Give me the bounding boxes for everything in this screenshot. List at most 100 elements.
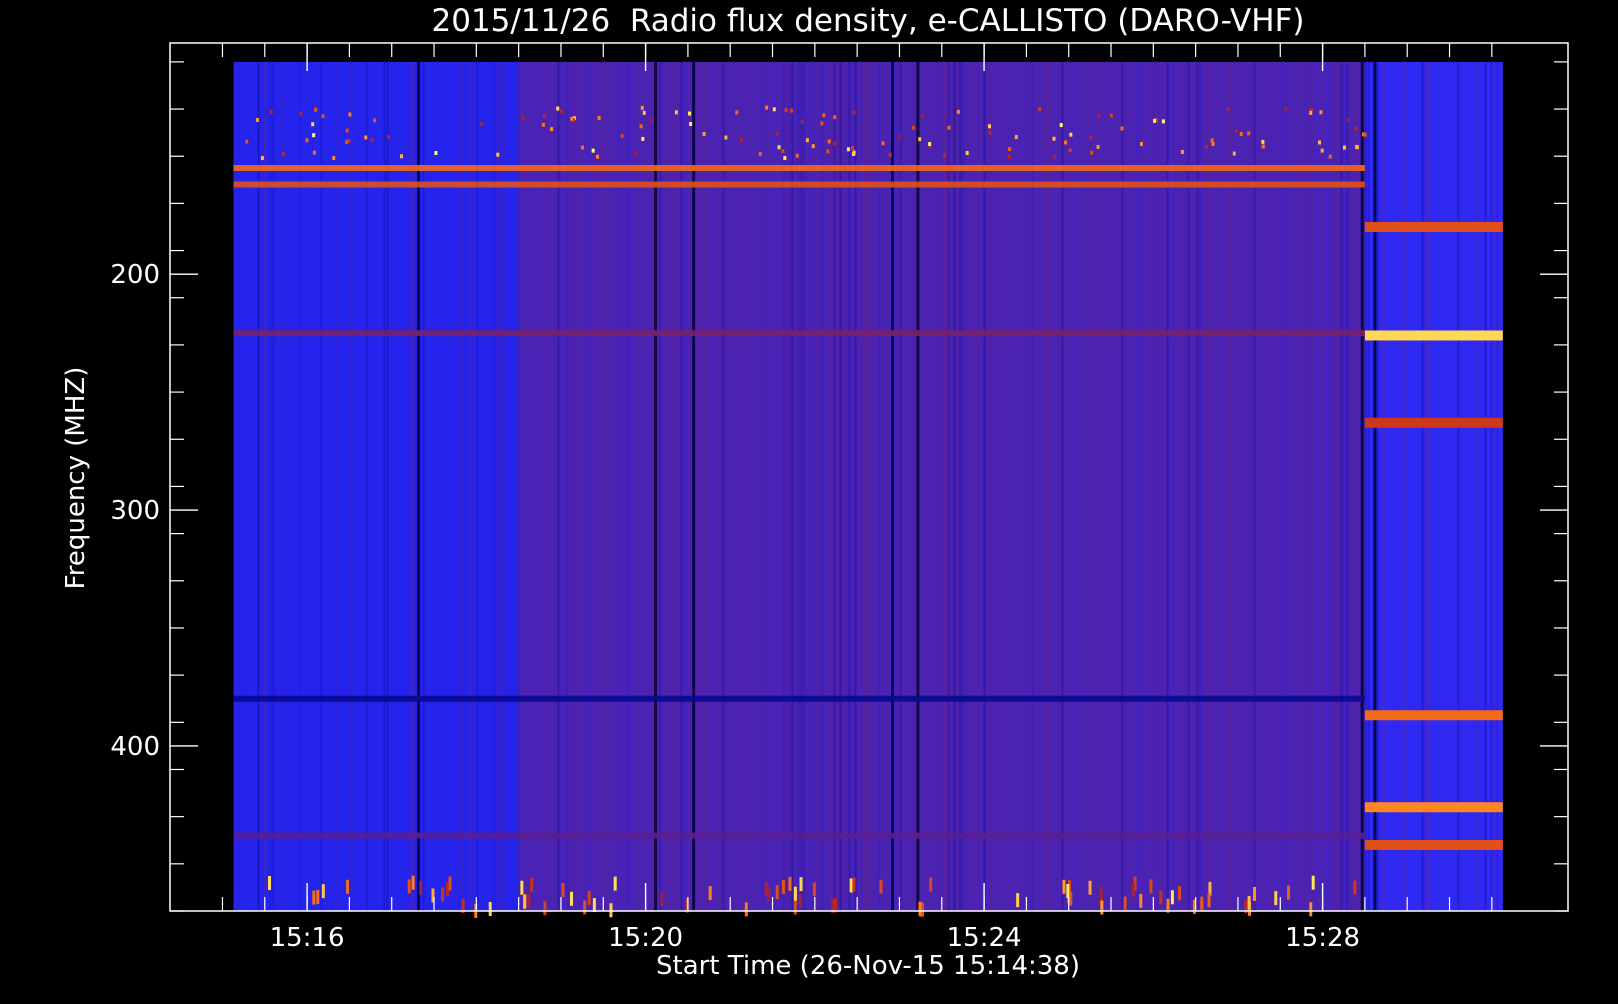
spectrogram-speckle [640,105,644,110]
spectrogram-speckle [407,879,411,894]
spectrogram-speckle [530,878,534,893]
spectrogram-speckle [305,138,309,143]
spectrogram-speckle [488,901,492,916]
spectrogram-speckle [956,109,960,114]
spectrogram-speckle [1346,118,1350,123]
spectrogram-speckle [879,879,883,894]
spectrogram-texture-column [536,61,539,911]
spectrogram-texture-column [1460,61,1463,911]
spectrogram-texture-column [269,61,272,911]
spectrogram-texture-column [1490,61,1493,911]
spectrogram-texture-column [1367,61,1370,911]
spectrogram-speckle [781,879,785,894]
spectrogram-speckle [256,117,260,122]
spectrogram-speckle [597,115,601,120]
spectrogram-speckle [834,898,838,913]
spectrogram-speckle [1153,118,1157,123]
spectrogram-texture-column [320,61,323,911]
spectrogram-speckle [846,147,850,152]
spectrogram-texture-column [281,61,284,911]
spectrogram-speckle [1287,885,1291,900]
spectrogram-speckle [888,152,892,157]
spectrogram-speckle [364,135,368,140]
spectrogram-texture-column [848,61,851,911]
spectrogram-speckle [1161,119,1165,124]
spectrogram-speckle [580,145,584,150]
spectrogram-speckle [988,130,992,135]
spectrogram-texture-column [1442,61,1445,911]
spectrogram-speckle [1149,879,1153,894]
spectrogram-texture-column [539,61,542,911]
spectrogram-texture-column [869,61,872,911]
spectrogram-texture-column [1328,61,1331,911]
spectrogram-speckle [496,152,500,157]
spectrogram-texture-column [1397,61,1400,911]
spectrogram-speckle [642,110,646,115]
spectrogram-texture-column [809,61,812,911]
spectrogram-burst-band [1364,802,1503,813]
spectrogram-texture-column [1046,61,1049,911]
spectrogram-texture-column [491,61,494,911]
spectrogram-speckle [790,108,794,113]
spectrogram-band [233,181,1365,188]
spectrogram-speckle [570,116,574,121]
spectrogram-segment [1364,61,1503,911]
spectrogram-speckle [1210,138,1214,143]
spectrogram-texture-column [365,61,368,911]
spectrogram-speckle [1232,151,1236,156]
spectrogram-texture-column [1169,61,1172,911]
spectrogram-texture-column [1394,61,1397,911]
spectrogram-speckle [793,886,797,901]
y-tick-label: 200 [110,260,160,290]
spectrogram-dark-column [417,61,421,911]
spectrogram-texture-column [719,61,722,911]
spectrogram-chart: 200 300 400 15:16 15:20 15:24 15:28 2015/11/2… [0,0,1618,1000]
spectrogram-speckle [781,149,785,154]
spectrogram-dark-column [1360,61,1364,911]
spectrogram-texture-column [1196,61,1199,911]
spectrogram-speckle [820,121,824,126]
spectrogram-texture-column [470,61,473,911]
spectrogram-speckle [1207,893,1211,908]
spectrogram-speckle [1007,154,1011,159]
spectrogram-texture-column [299,61,302,911]
spectrogram-speckle [852,150,856,155]
spectrogram-speckle [1253,886,1257,901]
spectrogram-texture-column [1340,61,1343,911]
spectrogram-speckle [793,900,797,915]
spectrogram-speckle [520,880,524,895]
spectrogram-texture-column [1250,61,1253,911]
spectrogram-texture-column [1139,61,1142,911]
spectrogram-texture-column [839,61,842,911]
spectrogram-texture-column [494,61,497,911]
spectrogram-speckle [811,144,815,149]
spectrogram-texture-column [272,61,275,911]
spectrogram-speckle [851,146,855,151]
spectrogram-speckle [1247,131,1251,136]
spectrogram-speckle [1069,132,1073,137]
spectrogram-speckle [1052,154,1056,159]
spectrogram-speckle [1274,891,1278,906]
spectrogram-speckle [1090,150,1094,155]
x-tick-label: 15:20 [608,923,683,953]
spectrogram-burst-band [1364,710,1503,721]
spectrogram-texture-column [626,61,629,911]
spectrogram-speckle [881,141,885,146]
spectrogram-texture-column [1421,61,1424,911]
spectrogram-speckle [708,886,712,901]
spectrogram-texture-column [1355,61,1358,911]
spectrogram-texture-column [560,61,563,911]
spectrogram-texture-column [1136,61,1139,911]
spectrogram-texture-column [1166,61,1169,911]
spectrogram-speckle [805,138,809,143]
spectrogram-texture-column [1172,61,1175,911]
spectrogram-speckle [441,887,445,902]
spectrogram-texture-column [767,61,770,911]
spectrogram-speckle [929,877,933,892]
spectrogram-speckle [1239,132,1243,137]
spectrogram-speckle [1066,884,1070,899]
spectrogram-speckle [788,876,792,891]
spectrogram-texture-column [944,61,947,911]
spectrogram-speckle [1100,900,1104,915]
spectrogram-speckle [1068,148,1072,153]
